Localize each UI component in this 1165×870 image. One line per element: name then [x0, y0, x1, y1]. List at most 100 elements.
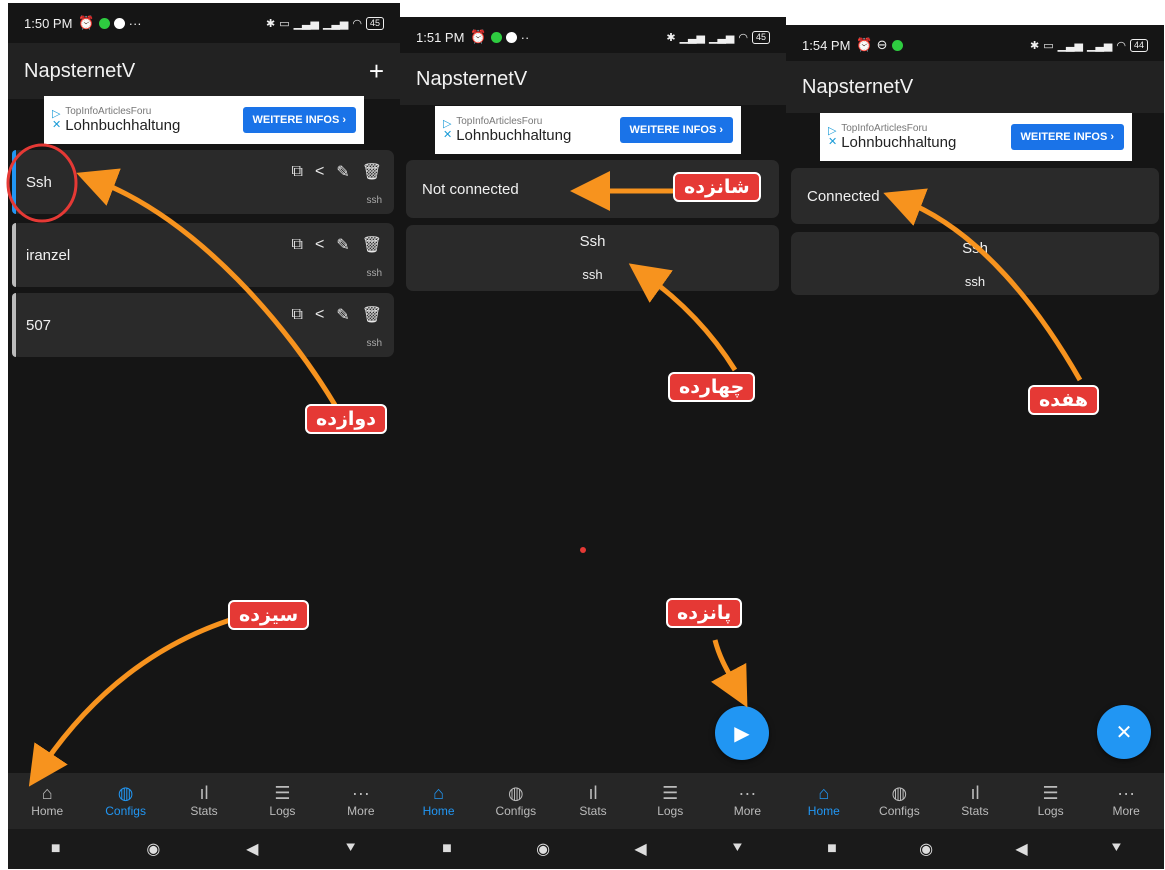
- edit-icon[interactable]: ✎: [336, 235, 349, 255]
- recents-button[interactable]: ■: [827, 840, 837, 858]
- config-type: ssh: [366, 338, 382, 349]
- ad-banner[interactable]: ▷ ✕ TopInfoArticlesForu Lohnbuchhaltung W…: [44, 96, 364, 144]
- app-notification-icon: [505, 31, 517, 43]
- ad-choices[interactable]: ▷ ✕: [443, 119, 452, 141]
- ad-choices[interactable]: ▷ ✕: [828, 126, 837, 148]
- server-card[interactable]: Ssh ssh: [791, 232, 1159, 295]
- assist-button[interactable]: ⯆: [344, 840, 357, 858]
- home-button[interactable]: ◉: [146, 839, 160, 859]
- more-notifications-icon: ··: [520, 29, 530, 45]
- system-nav-bar: ■ ◉ ◀ ⯆: [786, 829, 1164, 869]
- play-icon: ▶: [734, 722, 750, 745]
- ad-title: Lohnbuchhaltung: [456, 127, 572, 144]
- back-button[interactable]: ◀: [246, 839, 258, 859]
- config-card[interactable]: Ssh ⧉ < ✎ 🗑 ssh: [12, 150, 394, 214]
- home-button[interactable]: ◉: [536, 839, 550, 859]
- ad-source: TopInfoArticlesForu: [456, 116, 543, 127]
- assist-button[interactable]: ⯆: [1110, 840, 1123, 858]
- back-button[interactable]: ◀: [634, 839, 646, 859]
- delete-icon[interactable]: 🗑: [362, 305, 382, 325]
- status-right: ✱ ▭ ▁▃▅ ▁▃▅ ◠ 45: [265, 16, 384, 30]
- bar-chart-icon: ıl: [199, 783, 209, 803]
- recents-button[interactable]: ■: [51, 840, 61, 858]
- share-icon[interactable]: <: [315, 236, 324, 254]
- edit-icon[interactable]: ✎: [336, 162, 349, 182]
- dnd-icon: ⊖: [876, 37, 888, 52]
- bottom-nav: ⌂ Home ◍ Configs ıl Stats ☰ Logs ··· More: [8, 773, 400, 829]
- connect-button[interactable]: ▶: [715, 706, 769, 760]
- status-time: 1:50 PM: [24, 15, 73, 31]
- battery-icon: 45: [365, 16, 384, 30]
- server-card[interactable]: Ssh ssh: [406, 225, 779, 291]
- ad-close-icon[interactable]: ✕: [52, 120, 61, 131]
- nav-home[interactable]: ⌂ Home: [400, 773, 477, 829]
- home-icon: ⌂: [818, 783, 830, 803]
- home-icon: ⌂: [41, 783, 53, 803]
- nav-logs[interactable]: ☰ Logs: [1013, 773, 1089, 829]
- list-icon: ☰: [662, 783, 679, 803]
- config-name: 507: [26, 317, 52, 334]
- nav-stats[interactable]: ıl Stats: [554, 773, 631, 829]
- signal-icon: ▁▃▅: [708, 31, 735, 44]
- screen-home-disconnected: 1:51 PM ⏰ ·· ✱ ▁▃▅ ▁▃▅ ◠ 45 NapsternetV …: [400, 17, 786, 869]
- nav-configs[interactable]: ◍ Configs: [86, 773, 164, 829]
- close-icon: ✕: [1115, 721, 1133, 744]
- delete-icon[interactable]: 🗑: [362, 235, 382, 255]
- share-icon[interactable]: <: [315, 163, 324, 181]
- more-icon: ···: [351, 783, 370, 803]
- ad-choices[interactable]: ▷ ✕: [52, 109, 61, 131]
- config-card[interactable]: iranzel ⧉ < ✎ 🗑 ssh: [12, 223, 394, 287]
- edit-icon[interactable]: ✎: [336, 305, 349, 325]
- disconnect-button[interactable]: ✕: [1097, 705, 1151, 759]
- ad-close-icon[interactable]: ✕: [828, 137, 837, 148]
- nav-label: Home: [422, 804, 455, 818]
- bluetooth-icon: ✱: [265, 17, 276, 30]
- nav-stats[interactable]: ıl Stats: [937, 773, 1013, 829]
- nav-logs[interactable]: ☰ Logs: [243, 773, 321, 829]
- nav-configs[interactable]: ◍ Configs: [862, 773, 938, 829]
- bar-chart-icon: ıl: [970, 783, 980, 803]
- recents-button[interactable]: ■: [442, 840, 452, 858]
- app-bar: NapsternetV +: [8, 43, 400, 99]
- server-name: Ssh: [579, 233, 606, 250]
- bottom-nav: ⌂ Home ◍ Configs ıl Stats ☰ Logs ··· More: [786, 773, 1164, 829]
- wifi-icon: ◠: [1116, 39, 1126, 52]
- ad-cta-button[interactable]: WEITERE INFOS ›: [1010, 124, 1124, 150]
- assist-button[interactable]: ⯆: [731, 840, 744, 858]
- config-card[interactable]: 507 ⧉ < ✎ 🗑 ssh: [12, 293, 394, 357]
- app-notification-icon: [891, 39, 903, 51]
- ad-cta-button[interactable]: WEITERE INFOS ›: [619, 117, 733, 143]
- copy-icon[interactable]: ⧉: [292, 236, 303, 254]
- nav-more[interactable]: ··· More: [709, 773, 786, 829]
- nav-home[interactable]: ⌂ Home: [786, 773, 862, 829]
- annotation-tag: هفده: [1028, 385, 1100, 415]
- copy-icon[interactable]: ⧉: [292, 163, 303, 181]
- nav-logs[interactable]: ☰ Logs: [632, 773, 709, 829]
- ad-banner[interactable]: ▷ ✕ TopInfoArticlesForu Lohnbuchhaltung W…: [435, 106, 741, 154]
- status-bar: 1:50 PM ⏰ ··· ✱ ▭ ▁▃▅ ▁▃▅ ◠ 45: [8, 3, 400, 43]
- screen-home-connected: 1:54 PM ⏰ ⊖ ✱ ▭ ▁▃▅ ▁▃▅ ◠ 44 NapsternetV…: [786, 25, 1164, 869]
- nav-configs[interactable]: ◍ Configs: [477, 773, 554, 829]
- nav-home[interactable]: ⌂ Home: [8, 773, 86, 829]
- vpn-icon: ▭: [1043, 39, 1054, 52]
- app-title: NapsternetV: [416, 67, 528, 90]
- copy-icon[interactable]: ⧉: [292, 306, 303, 324]
- status-right: ✱ ▭ ▁▃▅ ▁▃▅ ◠ 44: [1029, 38, 1148, 52]
- delete-icon[interactable]: 🗑: [362, 162, 382, 182]
- share-icon[interactable]: <: [315, 306, 324, 324]
- nav-label: Stats: [190, 804, 218, 818]
- nav-stats[interactable]: ıl Stats: [165, 773, 243, 829]
- notification-icons: ⏰ ··: [470, 29, 529, 45]
- ad-close-icon[interactable]: ✕: [443, 130, 452, 141]
- ad-cta-button[interactable]: WEITERE INFOS ›: [242, 107, 356, 133]
- nav-more[interactable]: ··· More: [322, 773, 400, 829]
- config-name: Ssh: [26, 174, 52, 191]
- bluetooth-icon: ✱: [1029, 39, 1040, 52]
- nav-more[interactable]: ··· More: [1088, 773, 1164, 829]
- ad-banner[interactable]: ▷ ✕ TopInfoArticlesForu Lohnbuchhaltung W…: [820, 113, 1132, 161]
- home-button[interactable]: ◉: [919, 839, 933, 859]
- back-button[interactable]: ◀: [1015, 839, 1027, 859]
- ad-title: Lohnbuchhaltung: [65, 117, 181, 134]
- server-type: ssh: [964, 274, 986, 289]
- add-config-button[interactable]: +: [369, 58, 384, 84]
